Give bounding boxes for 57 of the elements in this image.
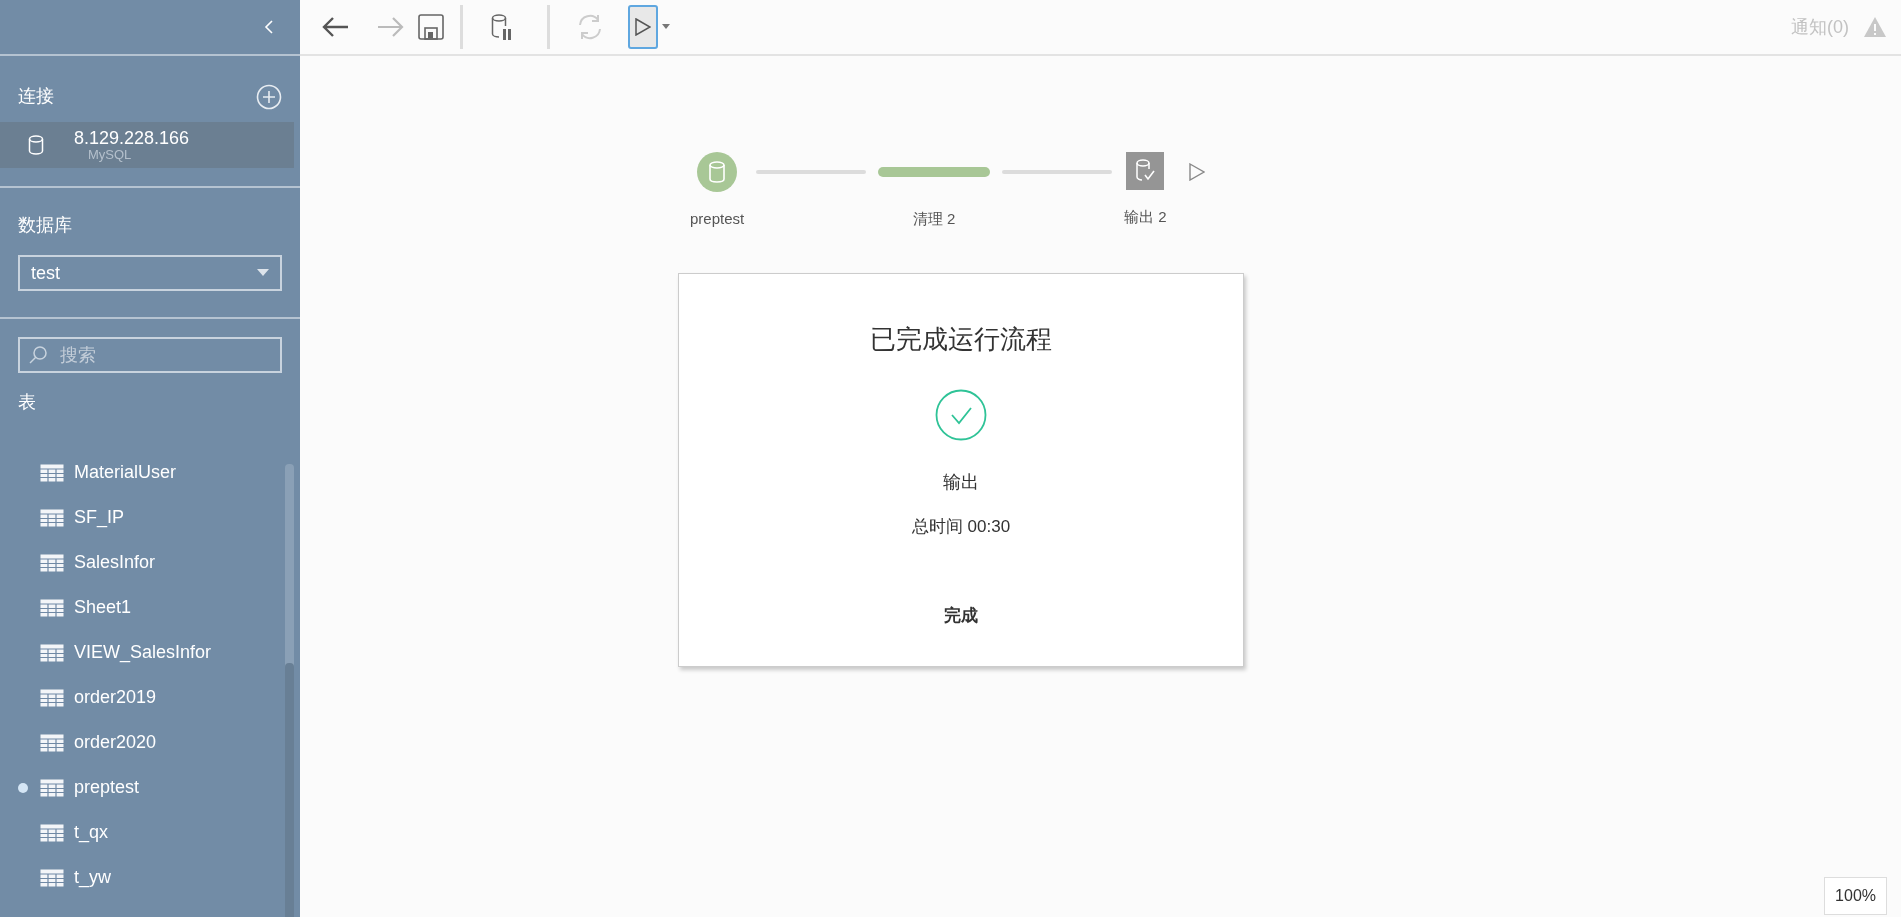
table-item[interactable]: t_yw — [74, 864, 111, 891]
table-item[interactable]: SalesInfor — [74, 549, 156, 576]
search-field[interactable]: 搜索 — [18, 337, 282, 373]
step-label: 输出 2 — [1124, 207, 1167, 227]
table-item[interactable]: SF_IP — [74, 504, 125, 531]
table-icon — [40, 508, 64, 527]
connection-host: 8.129.228.166 — [74, 129, 190, 147]
refresh-icon[interactable] — [576, 13, 604, 41]
table-icon — [40, 643, 64, 662]
table-icon — [40, 553, 64, 572]
dropdown-caret-icon[interactable] — [662, 24, 670, 30]
back-arrow-icon[interactable] — [322, 16, 350, 38]
forward-arrow-icon[interactable] — [376, 16, 404, 38]
section-title: 连接 — [18, 85, 54, 108]
section-title: 数据库 — [17, 214, 73, 237]
warning-icon[interactable] — [1863, 16, 1887, 38]
save-icon[interactable] — [418, 14, 444, 40]
total-time: 总时间 00:30 — [911, 515, 1011, 538]
table-icon — [40, 823, 64, 842]
table-icon — [40, 733, 64, 752]
clean-step-bar[interactable] — [878, 167, 991, 177]
dropdown-caret-icon — [257, 269, 269, 277]
table-item[interactable]: Sheet1 — [74, 594, 132, 621]
notifications-link[interactable]: 通知(0) — [1791, 13, 1849, 41]
table-item[interactable]: VIEW_SalesInfor — [74, 639, 212, 666]
dialog-title: 已完成运行流程 — [870, 322, 1052, 356]
table-item[interactable]: order2019 — [74, 684, 157, 711]
table-icon — [40, 868, 64, 887]
database-icon — [28, 135, 44, 155]
section-title: 表 — [17, 391, 37, 414]
zoom-indicator[interactable]: 100% — [1824, 877, 1887, 915]
run-button[interactable] — [628, 5, 658, 49]
output-label: 输出 — [943, 470, 979, 494]
step-label: 清理 2 — [912, 209, 956, 229]
database-dropdown[interactable]: test — [18, 255, 282, 291]
table-icon — [40, 598, 64, 617]
step-label: preptest — [690, 209, 745, 229]
scrollbar[interactable] — [285, 464, 294, 917]
success-check-icon — [935, 388, 987, 441]
database-pause-icon[interactable] — [491, 13, 513, 41]
table-item[interactable]: MaterialUser — [74, 459, 177, 486]
table-item[interactable]: order2020 — [74, 729, 157, 756]
play-icon[interactable] — [1188, 163, 1205, 181]
search-icon — [28, 345, 48, 365]
play-icon — [635, 18, 651, 36]
table-icon — [40, 688, 64, 707]
table-item[interactable]: preptest — [74, 774, 140, 801]
add-icon[interactable] — [256, 83, 282, 110]
input-step-icon[interactable] — [697, 152, 738, 192]
done-button[interactable]: 完成 — [936, 599, 986, 633]
table-item[interactable]: t_qx — [74, 819, 109, 846]
table-icon — [40, 463, 64, 482]
output-step-icon[interactable] — [1126, 152, 1165, 190]
connection-type: MySQL — [88, 148, 133, 161]
collapse-icon[interactable] — [264, 19, 274, 35]
table-icon — [40, 778, 64, 797]
connection-item[interactable]: 8.129.228.166 MySQL — [0, 122, 294, 168]
